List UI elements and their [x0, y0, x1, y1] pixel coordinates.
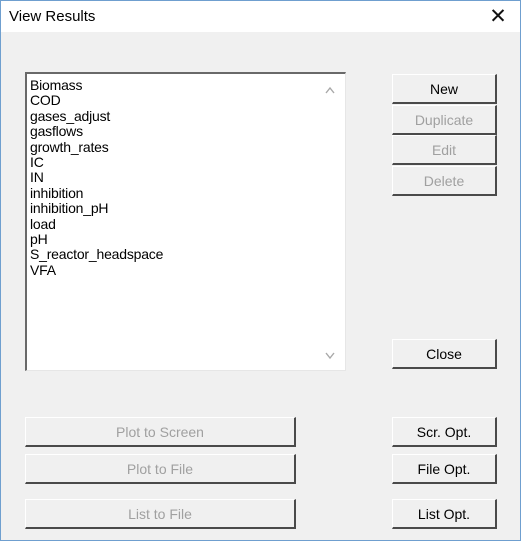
- list-item[interactable]: gasflows: [30, 123, 163, 139]
- title-bar: View Results ✕: [1, 1, 520, 32]
- list-item[interactable]: Biomass: [30, 77, 163, 93]
- chevron-up-icon[interactable]: [325, 86, 335, 94]
- list-item[interactable]: IN: [30, 170, 163, 186]
- file-options-button[interactable]: File Opt.: [392, 454, 497, 484]
- list-item[interactable]: VFA: [30, 262, 163, 278]
- list-options-button[interactable]: List Opt.: [392, 499, 497, 529]
- screen-options-button[interactable]: Scr. Opt.: [392, 417, 497, 447]
- results-listbox[interactable]: Biomass COD gases_adjust gasflows growth_rat…: [25, 72, 346, 371]
- chevron-down-icon[interactable]: [325, 352, 335, 360]
- close-button[interactable]: Close: [392, 339, 497, 369]
- list-item[interactable]: inhibition: [30, 185, 163, 201]
- plot-to-screen-button[interactable]: Plot to Screen: [25, 417, 296, 447]
- list-item[interactable]: COD: [30, 92, 163, 108]
- list-item[interactable]: inhibition_pH: [30, 200, 163, 216]
- dialog-title: View Results: [9, 8, 96, 25]
- view-results-dialog: View Results ✕ Biomass COD gases_adjust gas…: [0, 0, 521, 541]
- list-item[interactable]: S_reactor_headspace: [30, 247, 163, 263]
- close-icon[interactable]: ✕: [476, 1, 520, 32]
- results-list: Biomass COD gases_adjust gasflows growth_rat…: [30, 77, 163, 278]
- list-item[interactable]: pH: [30, 231, 163, 247]
- list-item[interactable]: growth_rates: [30, 139, 163, 155]
- new-button[interactable]: New: [392, 74, 497, 104]
- plot-to-file-button[interactable]: Plot to File: [25, 454, 296, 484]
- list-item[interactable]: gases_adjust: [30, 108, 163, 124]
- list-to-file-button[interactable]: List to File: [25, 499, 296, 529]
- edit-button[interactable]: Edit: [392, 135, 497, 165]
- list-item[interactable]: load: [30, 216, 163, 232]
- delete-button[interactable]: Delete: [392, 166, 497, 196]
- list-item[interactable]: IC: [30, 154, 163, 170]
- duplicate-button[interactable]: Duplicate: [392, 105, 497, 135]
